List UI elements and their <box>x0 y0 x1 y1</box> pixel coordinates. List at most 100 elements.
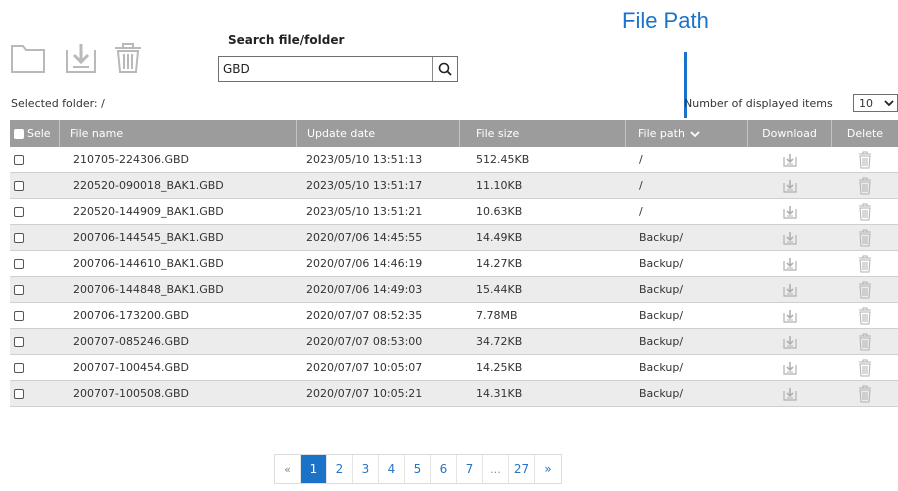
file-size: 14.25KB <box>476 361 523 374</box>
download-icon <box>783 205 797 219</box>
table-row: 200706-173200.GBD 2020/07/07 08:52:35 7.78… <box>10 303 898 329</box>
download-button[interactable] <box>748 251 832 276</box>
file-size: 34.72KB <box>476 335 523 348</box>
search-button[interactable] <box>432 57 457 81</box>
delete-button[interactable] <box>832 381 898 406</box>
table-header: Sele File name Update date File size Fil… <box>10 120 898 147</box>
table-row: 220520-144909_BAK1.GBD 2023/05/10 13:51:2… <box>10 199 898 225</box>
file-size: 14.49KB <box>476 231 523 244</box>
header-delete: Delete <box>846 127 884 140</box>
download-button[interactable] <box>748 329 832 354</box>
file-table: Sele File name Update date File size Fil… <box>10 120 898 407</box>
delete-button[interactable] <box>832 225 898 250</box>
delete-button[interactable] <box>832 251 898 276</box>
displayed-items-select[interactable]: 10 <box>853 94 898 112</box>
update-date: 2020/07/07 10:05:07 <box>306 361 423 374</box>
table-row: 200706-144545_BAK1.GBD 2020/07/06 14:45:5… <box>10 225 898 251</box>
delete-button[interactable] <box>832 329 898 354</box>
download-button[interactable] <box>748 225 832 250</box>
download-button[interactable] <box>748 173 832 198</box>
page-next[interactable]: » <box>535 455 561 483</box>
select-all-header[interactable]: Sele <box>10 120 60 147</box>
row-select-cell <box>10 329 60 354</box>
select-all-checkbox[interactable] <box>14 128 24 139</box>
download-icon <box>783 361 797 375</box>
file-path: Backup/ <box>639 335 684 348</box>
search-input[interactable] <box>219 58 432 80</box>
header-update-date[interactable]: Update date <box>297 120 460 147</box>
header-file-path[interactable]: File path <box>626 120 748 147</box>
search-field[interactable] <box>218 56 458 82</box>
row-checkbox[interactable] <box>14 206 24 217</box>
update-date: 2020/07/07 08:53:00 <box>306 335 423 348</box>
header-file-size[interactable]: File size <box>460 120 626 147</box>
table-row: 200707-100454.GBD 2020/07/07 10:05:07 14.2… <box>10 355 898 381</box>
delete-button[interactable] <box>832 303 898 328</box>
delete-button[interactable] <box>832 277 898 302</box>
row-checkbox[interactable] <box>14 336 24 347</box>
delete-button[interactable] <box>832 173 898 198</box>
row-checkbox[interactable] <box>14 284 24 295</box>
pagination: «1 2 3 4 5 6 7... 27» <box>274 454 562 484</box>
row-checkbox[interactable] <box>14 310 24 321</box>
new-folder-button[interactable] <box>10 42 46 78</box>
delete-button[interactable] <box>832 147 898 172</box>
table-row: 210705-224306.GBD 2023/05/10 13:51:13 512.… <box>10 147 898 173</box>
trash-icon <box>859 177 871 194</box>
file-name: 200707-100454.GBD <box>73 361 189 374</box>
header-file-name[interactable]: File name <box>60 120 297 147</box>
file-size: 512.45KB <box>476 153 530 166</box>
download-selected-button[interactable] <box>64 42 100 78</box>
page-prev[interactable]: « <box>275 455 301 483</box>
download-button[interactable] <box>748 355 832 380</box>
file-name: 220520-144909_BAK1.GBD <box>73 205 224 218</box>
delete-button[interactable] <box>832 199 898 224</box>
download-icon <box>783 257 797 271</box>
trash-icon <box>859 359 871 376</box>
download-icon <box>783 335 797 349</box>
table-row: 220520-090018_BAK1.GBD 2023/05/10 13:51:1… <box>10 173 898 199</box>
row-checkbox[interactable] <box>14 388 24 399</box>
file-path: / <box>639 179 643 192</box>
row-checkbox[interactable] <box>14 362 24 373</box>
download-button[interactable] <box>748 381 832 406</box>
download-button[interactable] <box>748 147 832 172</box>
download-button[interactable] <box>748 303 832 328</box>
file-path-annotation: File Path <box>622 8 709 33</box>
delete-button[interactable] <box>832 355 898 380</box>
row-checkbox[interactable] <box>14 232 24 243</box>
update-date: 2020/07/06 14:49:03 <box>306 283 423 296</box>
page-2[interactable]: 2 <box>327 455 353 483</box>
page-ellipsis[interactable]: ... <box>483 455 509 483</box>
page-7[interactable]: 7 <box>457 455 483 483</box>
page-27[interactable]: 27 <box>509 455 535 483</box>
page-5[interactable]: 5 <box>405 455 431 483</box>
row-select-cell <box>10 147 60 172</box>
download-icon <box>783 387 797 401</box>
page-1[interactable]: 1 <box>301 455 327 483</box>
table-row: 200707-085246.GBD 2020/07/07 08:53:00 34.7… <box>10 329 898 355</box>
row-checkbox[interactable] <box>14 154 24 165</box>
delete-selected-button[interactable] <box>112 42 144 78</box>
file-path: / <box>639 205 643 218</box>
chevron-down-icon <box>690 130 700 137</box>
page-3[interactable]: 3 <box>353 455 379 483</box>
page-4[interactable]: 4 <box>379 455 405 483</box>
file-size: 11.10KB <box>476 179 523 192</box>
row-checkbox[interactable] <box>14 180 24 191</box>
file-path: Backup/ <box>639 231 684 244</box>
update-date: 2023/05/10 13:51:21 <box>306 205 423 218</box>
folder-icon <box>11 45 45 73</box>
file-size: 15.44KB <box>476 283 523 296</box>
row-select-cell <box>10 173 60 198</box>
download-button[interactable] <box>748 199 832 224</box>
displayed-items-value: 10 <box>859 96 873 110</box>
search-label: Search file/folder <box>228 33 345 47</box>
trash-icon <box>859 333 871 350</box>
page-6[interactable]: 6 <box>431 455 457 483</box>
download-icon <box>66 44 96 73</box>
file-size: 7.78MB <box>476 309 518 322</box>
download-button[interactable] <box>748 277 832 302</box>
trash-icon <box>859 307 871 324</box>
row-checkbox[interactable] <box>14 258 24 269</box>
